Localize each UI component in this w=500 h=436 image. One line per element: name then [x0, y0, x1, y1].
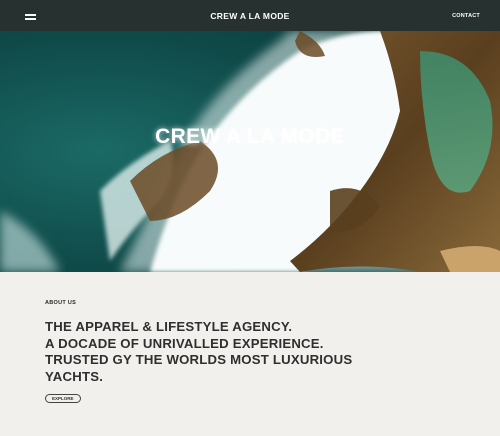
about-headline: THE APPAREL & LIFESTYLE AGENCY. A DOCADE…: [45, 319, 465, 385]
top-navigation-bar: CREW A LA MODE CONTACT: [0, 0, 500, 31]
explore-button[interactable]: EXPLORE: [45, 394, 81, 403]
headline-line: A DOCADE OF UNRIVALLED EXPERIENCE.: [45, 335, 324, 351]
aerial-coast-image: [0, 31, 500, 272]
contact-link[interactable]: CONTACT: [452, 13, 480, 19]
headline-line: YACHTS.: [45, 368, 104, 384]
headline-line: TRUSTED GY THE WORLDS MOST LUXURIOUS: [45, 352, 353, 367]
hero-title: CREW A LA MODE: [155, 125, 345, 148]
brand-logo[interactable]: CREW A LA MODE: [0, 11, 500, 21]
sand-patch: [440, 246, 500, 272]
about-section: ABOUT US THE APPAREL & LIFESTYLE AGENCY.…: [0, 272, 500, 436]
headline-line: THE APPAREL & LIFESTYLE AGENCY.: [45, 319, 293, 334]
hero-section: CREW A LA MODE: [0, 31, 500, 272]
section-label: ABOUT US: [45, 300, 77, 306]
